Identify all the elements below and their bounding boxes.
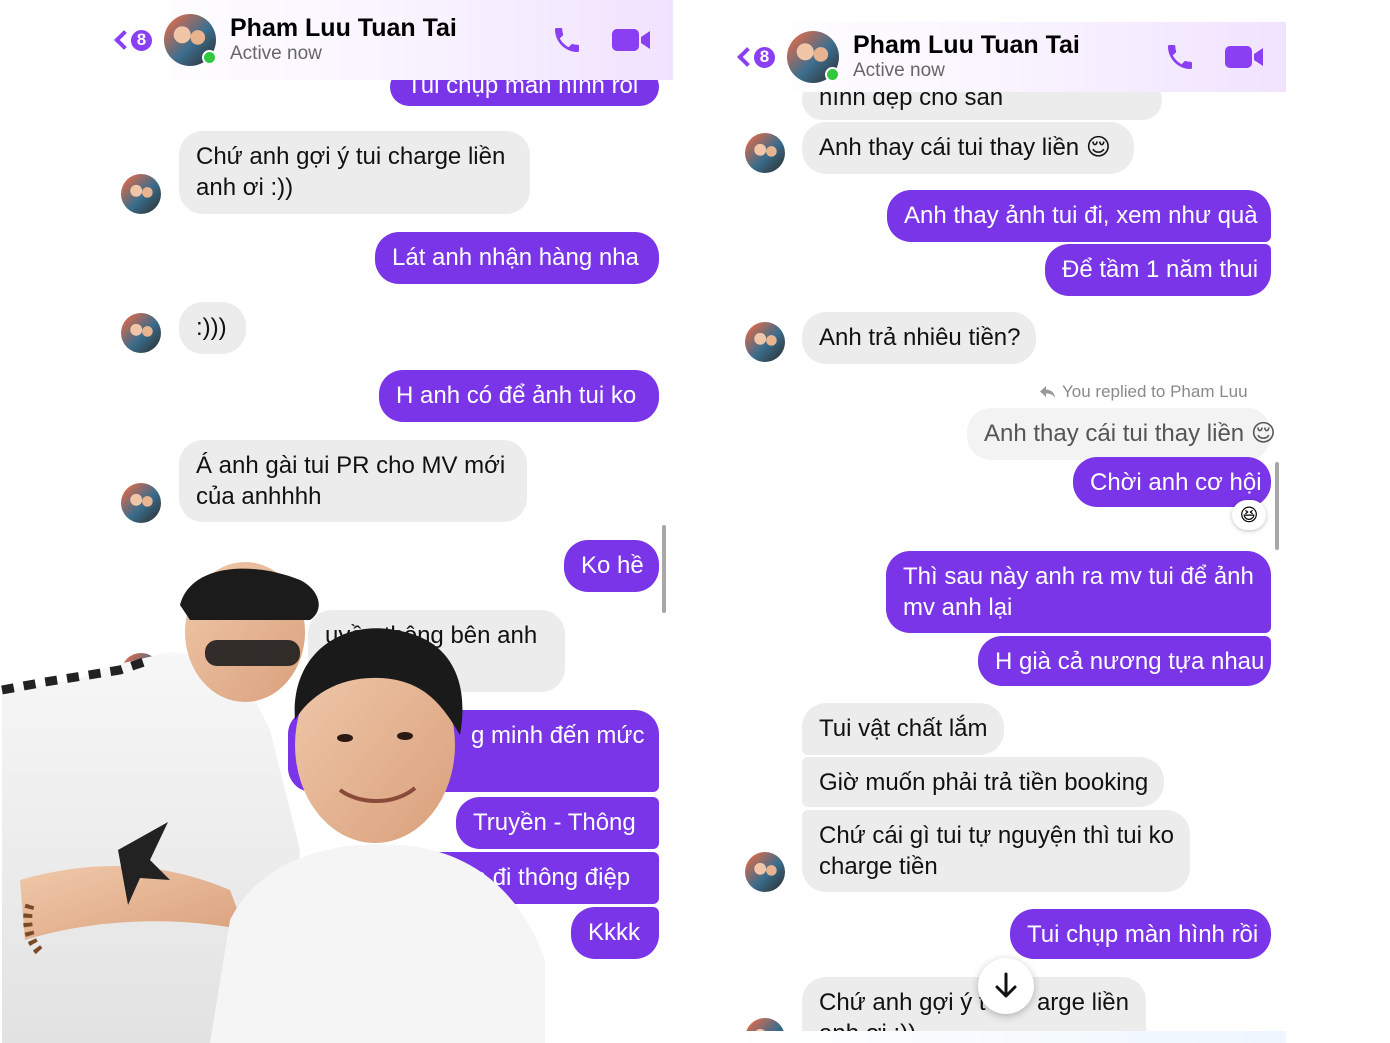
- message-outgoing: H anh có để ảnh tui ko: [379, 370, 659, 422]
- message-reaction[interactable]: 😆: [1232, 500, 1266, 530]
- contact-name: Pham Luu Tuan Tai: [853, 31, 1080, 59]
- contact-avatar[interactable]: [787, 31, 840, 83]
- contact-status: Active now: [230, 43, 322, 64]
- message-outgoing: Chời anh cơ hội: [1073, 457, 1271, 507]
- contact-avatar[interactable]: [164, 14, 217, 66]
- back-button[interactable]: 8: [737, 44, 777, 70]
- online-indicator: [825, 67, 840, 82]
- message-line: của anhhhh: [196, 483, 322, 510]
- arrow-down-icon: [995, 972, 1017, 998]
- people-photo-overlay: [1, 562, 545, 1043]
- message-incoming: Chứ cái gì tui tự nguyện thì tui ko char…: [802, 810, 1190, 892]
- message-line: Á anh gài tui PR cho MV mới: [196, 452, 506, 479]
- sender-avatar: [121, 174, 161, 214]
- message-incoming: Anh trả nhiêu tiền?: [802, 312, 1036, 364]
- message-incoming: Á anh gài tui PR cho MV mới của anhhhh: [179, 440, 527, 522]
- scrollbar[interactable]: [662, 525, 666, 613]
- contact-info[interactable]: Pham Luu Tuan Tai Active now: [853, 31, 1080, 83]
- message-line: charge tiền: [819, 853, 938, 880]
- message-incoming: Chứ anh gợi ý tui charge liền anh ơi :)): [179, 131, 530, 214]
- message-outgoing: Thì sau này anh ra mv tui để ảnh mv anh …: [886, 551, 1271, 633]
- phone-icon[interactable]: [1164, 41, 1196, 73]
- sender-avatar: [121, 313, 161, 353]
- message-outgoing: Để tầm 1 năm thui: [1045, 244, 1271, 296]
- message-line: arge liền: [1036, 989, 1129, 1016]
- message-outgoing: Lát anh nhận hàng nha: [375, 232, 659, 284]
- message-outgoing: H già cả nương tựa nhau: [978, 636, 1271, 686]
- contact-info[interactable]: Pham Luu Tuan Tai Active now: [230, 14, 457, 66]
- right-chat-screenshot: 8 Pham Luu Tuan Tai Active now hình đẹp …: [726, 0, 1286, 1043]
- message-line: mv anh lại: [903, 594, 1013, 621]
- back-button[interactable]: 8: [114, 27, 154, 53]
- sender-avatar: [745, 322, 785, 362]
- sender-avatar: [121, 483, 161, 523]
- chat-header: 8 Pham Luu Tuan Tai Active now: [726, 22, 1286, 92]
- reply-arrow-icon: [1040, 386, 1055, 398]
- message-outgoing: Ko hề: [564, 540, 659, 592]
- message-outgoing: Tui chụp màn hình rồi: [1010, 909, 1271, 959]
- online-indicator: [202, 50, 217, 65]
- sender-avatar: [745, 852, 785, 892]
- message-incoming: Tui vật chất lắm: [802, 703, 1004, 755]
- scroll-to-bottom-button[interactable]: [978, 958, 1034, 1014]
- message-line: anh ơi :)): [196, 174, 294, 201]
- contact-name: Pham Luu Tuan Tai: [230, 14, 457, 42]
- video-camera-icon[interactable]: [611, 25, 651, 55]
- message-line: Chứ anh gợi ý tui charge liền: [196, 143, 506, 170]
- phone-icon[interactable]: [551, 24, 583, 56]
- message-outgoing: Anh thay ảnh tui đi, xem như quà: [887, 190, 1271, 242]
- sender-avatar: [745, 133, 785, 173]
- message-outgoing: Kkkk: [571, 907, 659, 959]
- message-incoming: Giờ muốn phải trả tiền booking: [802, 757, 1164, 807]
- message-line: Chứ anh gợi ý t: [819, 989, 986, 1016]
- video-camera-icon[interactable]: [1224, 42, 1264, 72]
- message-incoming: :))): [179, 302, 246, 354]
- reply-context: You replied to Pham Luu: [1039, 382, 1248, 402]
- contact-status: Active now: [853, 60, 945, 81]
- reply-context-text: You replied to Pham Luu: [1062, 382, 1248, 401]
- message-incoming: Anh thay cái tui thay liền 😌: [802, 122, 1134, 174]
- quoted-message: Anh thay cái tui thay liền 😌: [967, 408, 1276, 460]
- composer-edge: [726, 1031, 1286, 1043]
- message-line: Thì sau này anh ra mv tui để ảnh: [903, 563, 1254, 590]
- scrollbar[interactable]: [1275, 462, 1279, 550]
- chat-header: 8 Pham Luu Tuan Tai Active now: [103, 0, 673, 80]
- message-line: Chứ cái gì tui tự nguyện thì tui ko: [819, 822, 1174, 849]
